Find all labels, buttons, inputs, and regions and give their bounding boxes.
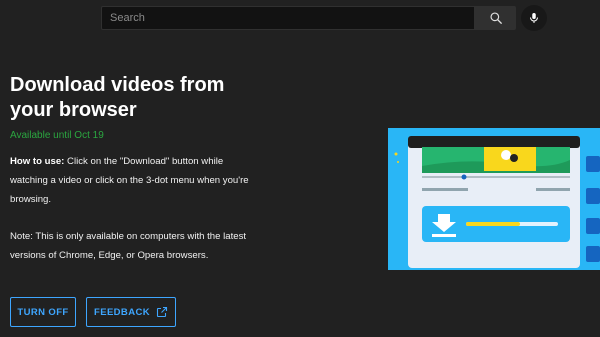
voice-search-button[interactable] (521, 5, 547, 31)
feedback-button[interactable]: FEEDBACK (86, 297, 176, 327)
availability-text: Available until Oct 19 (10, 130, 104, 141)
how-to-use-text: How to use: Click on the "Download" butt… (10, 152, 255, 209)
download-illustration (388, 128, 600, 270)
turn-off-label: TURN OFF (17, 306, 69, 318)
search-input[interactable] (110, 12, 474, 24)
open-in-new-icon (156, 306, 168, 318)
search-box[interactable] (101, 6, 475, 30)
search-icon (489, 12, 502, 24)
note-text: Note: This is only available on computer… (10, 231, 247, 261)
turn-off-button[interactable]: TURN OFF (10, 297, 76, 327)
search-button[interactable] (475, 6, 516, 30)
feedback-label: FEEDBACK (94, 306, 150, 318)
promo-title: Download videos from your browser (10, 74, 225, 121)
mic-icon (530, 13, 538, 23)
how-to-use-label: How to use: (10, 156, 65, 167)
top-bar (0, 0, 600, 36)
